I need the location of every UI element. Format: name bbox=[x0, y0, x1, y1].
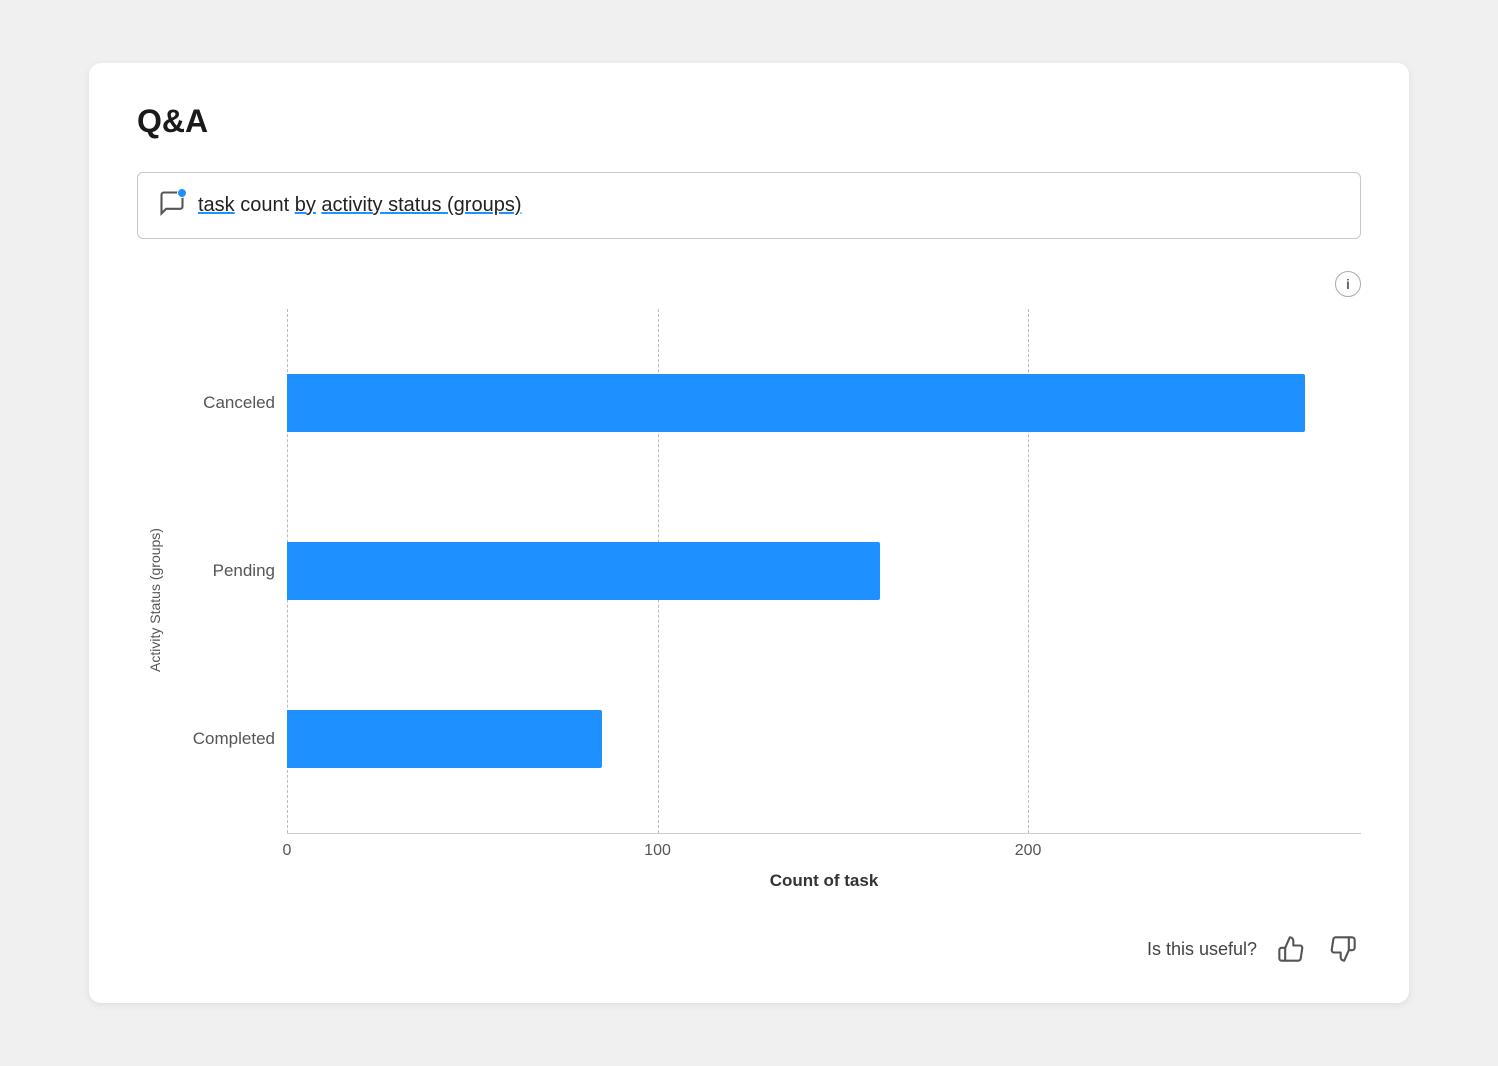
x-tick-100: 100 bbox=[644, 842, 671, 860]
bar-pending bbox=[287, 542, 880, 600]
x-tick-200: 200 bbox=[1015, 842, 1042, 860]
x-axis-labels: 0 100 200 bbox=[287, 833, 1361, 869]
y-axis-label: Activity Status (groups) bbox=[147, 528, 163, 672]
thumbs-down-button[interactable] bbox=[1325, 931, 1361, 967]
main-card: Q&A task count by activity status (group… bbox=[89, 63, 1409, 1003]
query-box[interactable]: task count by activity status (groups) bbox=[137, 172, 1361, 239]
chart-body: Canceled Pending Completed bbox=[177, 309, 1361, 891]
x-tick-0: 0 bbox=[283, 842, 292, 860]
bars-section: Canceled Pending Completed bbox=[177, 309, 1361, 833]
bar-canceled bbox=[287, 374, 1305, 432]
x-axis-labels-offset bbox=[177, 833, 287, 869]
bar-label-canceled: Canceled bbox=[177, 393, 275, 413]
chat-icon-wrapper bbox=[158, 189, 186, 222]
query-text: task count by activity status (groups) bbox=[198, 194, 522, 217]
y-axis-label-wrapper: Activity Status (groups) bbox=[137, 309, 173, 891]
x-axis-title-offset bbox=[177, 871, 287, 891]
bar-row-completed bbox=[287, 703, 1361, 775]
x-axis-section: 0 100 200 bbox=[177, 833, 1361, 869]
page-title: Q&A bbox=[137, 103, 1361, 140]
bar-completed bbox=[287, 710, 602, 768]
bar-label-pending: Pending bbox=[177, 561, 275, 581]
footer-row: Is this useful? bbox=[137, 931, 1361, 967]
bar-row-canceled bbox=[287, 367, 1361, 439]
useful-text: Is this useful? bbox=[1147, 939, 1257, 960]
bar-row-pending bbox=[287, 535, 1361, 607]
thumbs-up-button[interactable] bbox=[1273, 931, 1309, 967]
bar-labels: Canceled Pending Completed bbox=[177, 309, 287, 833]
x-axis-title: Count of task bbox=[770, 871, 879, 890]
blue-dot bbox=[177, 188, 187, 198]
bars-container bbox=[287, 309, 1361, 833]
bar-label-completed: Completed bbox=[177, 729, 275, 749]
thumbs-down-icon bbox=[1329, 935, 1357, 963]
info-icon[interactable]: i bbox=[1335, 271, 1361, 297]
info-icon-row: i bbox=[137, 271, 1361, 297]
thumbs-up-icon bbox=[1277, 935, 1305, 963]
x-axis-title-row: Count of task bbox=[177, 871, 1361, 891]
x-axis-title-center: Count of task bbox=[287, 871, 1361, 891]
chart-area: Activity Status (groups) Canceled Pendin… bbox=[137, 309, 1361, 891]
